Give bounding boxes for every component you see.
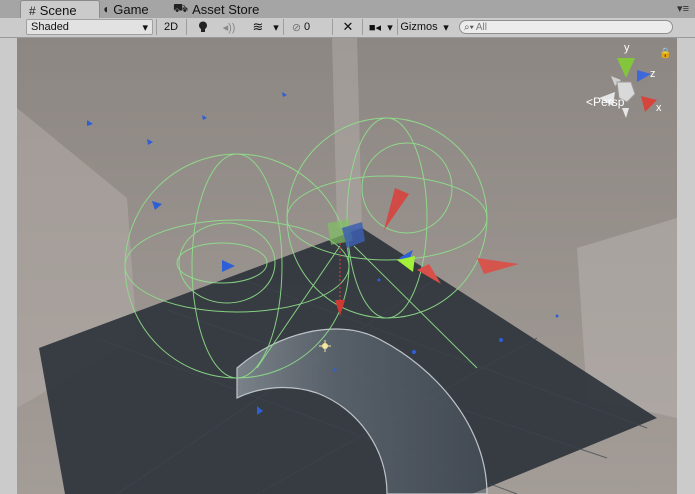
toolbar-divider <box>283 19 284 35</box>
game-icon: ◖ <box>102 2 110 16</box>
asset-store-icon: ⛟ <box>173 1 189 15</box>
toolbar-divider <box>397 19 398 35</box>
camera-icon: ■◂ <box>368 21 382 34</box>
camera-settings-button[interactable]: ■◂ <box>366 19 384 35</box>
left-panel-edge <box>0 38 17 494</box>
gizmo-z-label: z <box>650 68 656 80</box>
lightbulb-icon <box>199 21 207 32</box>
2d-label: 2D <box>163 21 179 33</box>
hierarchy-search-input[interactable]: ⌕▾ All <box>459 20 673 34</box>
tab-game-label: Game <box>113 1 149 17</box>
right-panel-edge <box>677 38 695 494</box>
gizmos-label: Gizmos <box>400 21 438 33</box>
projection-label: Persp <box>593 95 625 109</box>
gizmo-y-label: y <box>624 42 630 54</box>
persp-arrow-icon: < <box>586 95 594 109</box>
toolbar-divider <box>332 19 333 35</box>
tab-menu-icon[interactable]: ▾≡ <box>677 2 689 15</box>
gizmos-dropdown[interactable]: ▾ <box>440 19 452 35</box>
tab-asset-store[interactable]: ⛟ Asset Store <box>173 0 259 18</box>
tab-bar: # Scene ◖ Game ⛟ Asset Store ▾≡ <box>0 0 695 20</box>
tab-scene[interactable]: # Scene <box>20 0 100 20</box>
gizmo-x-label: x <box>656 102 662 114</box>
effects-toggle-button[interactable]: ≋ <box>246 19 270 35</box>
tab-game[interactable]: ◖ Game <box>102 0 149 18</box>
tab-scene-label: Scene <box>39 3 77 18</box>
draw-mode-dropdown[interactable]: Shaded ▾ <box>26 19 153 35</box>
projection-toggle[interactable]: <Persp <box>586 95 624 109</box>
scene-icon: # <box>29 3 36 18</box>
tools-toggle-button[interactable]: ✕ <box>336 19 360 35</box>
dropdown-arrow-icon: ▾ <box>443 21 449 34</box>
audio-toggle-button[interactable]: ◂)) <box>216 19 242 35</box>
scene-toolbar: Shaded ▾ 2D ◂)) ≋ ▾ ⊘ 0 ✕ ■◂ ▾ Gizmos ▾ … <box>0 18 695 38</box>
lock-icon[interactable]: 🔒 <box>659 48 671 59</box>
tab-asset-store-label: Asset Store <box>192 1 260 17</box>
dropdown-arrow-icon: ▾ <box>142 21 148 34</box>
dropdown-arrow-icon: ▾ <box>273 21 279 34</box>
toolbar-divider <box>156 19 157 35</box>
effects-dropdown[interactable]: ▾ <box>270 19 282 35</box>
hidden-count: 0 <box>304 21 311 33</box>
lighting-toggle-button[interactable] <box>190 19 216 35</box>
eye-slash-icon: ⊘ <box>291 21 302 34</box>
draw-mode-label: Shaded <box>31 21 69 33</box>
2d-toggle-button[interactable]: 2D <box>158 19 184 35</box>
dropdown-arrow-icon: ▾ <box>387 21 393 34</box>
scene-viewport[interactable] <box>17 38 677 494</box>
tools-icon: ✕ <box>342 19 354 34</box>
search-icon: ⌕▾ <box>464 21 474 33</box>
toolbar-divider <box>186 19 187 35</box>
back-pillar <box>332 38 362 228</box>
speaker-icon: ◂)) <box>222 21 236 34</box>
camera-dropdown[interactable]: ▾ <box>384 19 396 35</box>
toolbar-divider <box>362 19 363 35</box>
effects-layers-icon: ≋ <box>252 19 264 34</box>
gizmos-button[interactable]: Gizmos <box>399 19 439 35</box>
scene-render <box>17 38 677 494</box>
hidden-objects-toggle[interactable]: ⊘ 0 <box>286 19 316 35</box>
search-placeholder: All <box>475 21 487 33</box>
